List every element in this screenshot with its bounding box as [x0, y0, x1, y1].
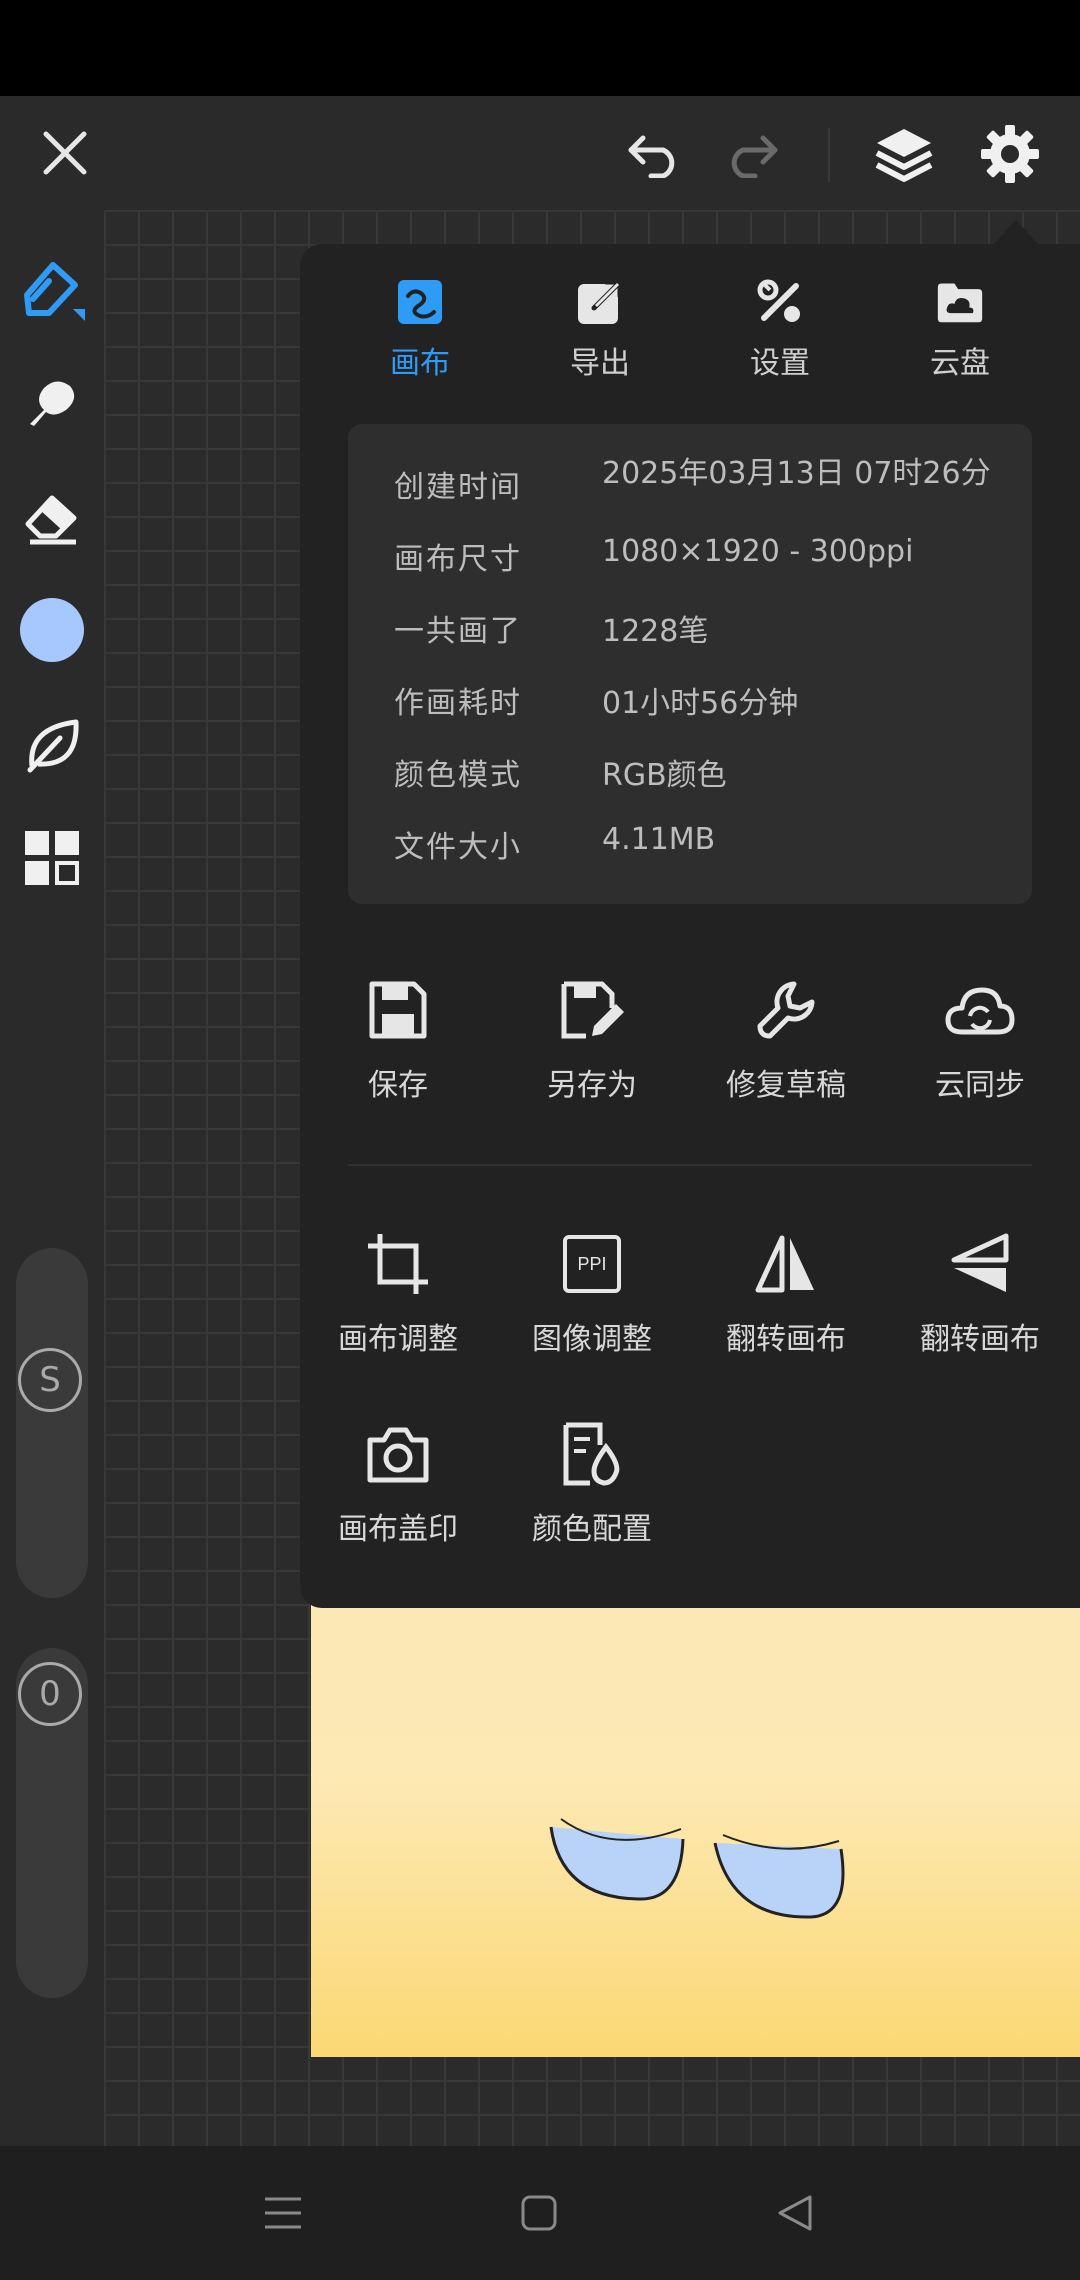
tab-canvas-label: 画布	[390, 346, 450, 381]
tab-canvas[interactable]: 画布	[350, 278, 490, 388]
repair-draft-button[interactable]: 修复草稿	[688, 970, 884, 1104]
layers-icon[interactable]	[866, 116, 942, 192]
crop-icon	[358, 1224, 438, 1304]
opacity-knob-label: 0	[39, 1674, 61, 1714]
info-row: 一共画了 1228笔	[348, 606, 1032, 666]
color-profile-button[interactable]: 颜色配置	[494, 1414, 690, 1548]
tab-export-label: 导出	[570, 346, 630, 381]
canvas-menu-panel: 画布 导出 设置 云盘 创建时间 2025年03月13日 07时26分 画布尺寸…	[300, 244, 1080, 1608]
info-value: 2025年03月13日 07时26分	[602, 456, 991, 491]
tools-icon	[756, 278, 804, 326]
color-profile-label: 颜色配置	[532, 1512, 652, 1547]
brush-size-knob[interactable]: S	[18, 1348, 82, 1412]
info-value: 01小时56分钟	[602, 686, 799, 721]
tab-settings[interactable]: 设置	[710, 278, 850, 388]
wrench-icon	[746, 970, 826, 1050]
close-icon[interactable]	[30, 118, 100, 188]
brush-size-slider[interactable]	[16, 1248, 88, 1598]
info-key: 作画耗时	[394, 686, 522, 721]
system-nav-bar	[0, 2146, 1080, 2280]
eraser-tool-icon[interactable]	[14, 478, 90, 554]
info-row: 文件大小 4.11MB	[348, 822, 1032, 882]
redo-icon[interactable]	[716, 118, 786, 188]
gear-icon[interactable]	[972, 116, 1048, 192]
info-value: 1080×1920 - 300ppi	[602, 534, 914, 569]
info-row: 画布尺寸 1080×1920 - 300ppi	[348, 534, 1032, 594]
canvas-info-box: 创建时间 2025年03月13日 07时26分 画布尺寸 1080×1920 -…	[348, 424, 1032, 904]
flip-vertical-label: 翻转画布	[920, 1322, 1040, 1357]
save-as-button[interactable]: 另存为	[494, 970, 690, 1104]
flip-vertical-button[interactable]: 翻转画布	[882, 1224, 1078, 1358]
image-adjust-button[interactable]: PPI 图像调整	[494, 1224, 690, 1358]
cloud-sync-icon	[940, 970, 1020, 1050]
info-key: 画布尺寸	[394, 542, 522, 577]
camera-icon	[358, 1414, 438, 1494]
size-knob-label: S	[39, 1360, 61, 1400]
flip-horizontal-label: 翻转画布	[726, 1322, 846, 1357]
status-bar	[0, 0, 1080, 96]
canvas-stamp-button[interactable]: 画布盖印	[300, 1414, 496, 1548]
save-as-label: 另存为	[547, 1068, 637, 1103]
top-bar	[0, 96, 1080, 210]
smudge-tool-icon[interactable]	[14, 364, 90, 440]
save-button[interactable]: 保存	[300, 970, 496, 1104]
flip-horizontal-icon	[746, 1224, 826, 1304]
panel-pointer	[992, 220, 1040, 246]
canvas-adjust-label: 画布调整	[338, 1322, 458, 1357]
back-icon[interactable]	[762, 2180, 828, 2246]
cloud-folder-icon	[936, 278, 984, 326]
flip-horizontal-button[interactable]: 翻转画布	[688, 1224, 884, 1358]
tab-export[interactable]: 导出	[530, 278, 670, 388]
canvas-icon	[396, 278, 444, 326]
ppi-icon: PPI	[552, 1224, 632, 1304]
pen-tool-icon[interactable]	[14, 250, 90, 326]
info-value: RGB颜色	[602, 758, 727, 793]
divider	[828, 128, 830, 182]
repair-draft-label: 修复草稿	[726, 1068, 846, 1103]
opacity-knob[interactable]: 0	[18, 1662, 82, 1726]
undo-icon[interactable]	[620, 118, 690, 188]
info-value: 4.11MB	[602, 822, 716, 857]
menu-icon[interactable]	[250, 2180, 316, 2246]
export-icon	[576, 278, 624, 326]
cloud-sync-label: 云同步	[935, 1068, 1025, 1103]
tab-cloud-label: 云盘	[930, 346, 990, 381]
image-adjust-label: 图像调整	[532, 1322, 652, 1357]
home-icon[interactable]	[506, 2180, 572, 2246]
divider	[348, 1164, 1032, 1166]
color-profile-icon	[552, 1414, 632, 1494]
color-swatch[interactable]	[14, 592, 90, 668]
canvas-adjust-button[interactable]: 画布调整	[300, 1224, 496, 1358]
info-key: 创建时间	[394, 470, 522, 505]
save-label: 保存	[368, 1068, 428, 1103]
left-toolbar: S 0	[0, 210, 104, 2146]
info-row: 颜色模式 RGB颜色	[348, 750, 1032, 810]
info-row: 创建时间 2025年03月13日 07时26分	[348, 448, 1032, 508]
info-key: 颜色模式	[394, 758, 522, 793]
tab-cloud[interactable]: 云盘	[890, 278, 1030, 388]
tab-settings-label: 设置	[750, 346, 810, 381]
grid-menu-icon[interactable]	[14, 820, 90, 896]
info-key: 一共画了	[394, 614, 522, 649]
ppi-icon-text: PPI	[563, 1235, 621, 1293]
info-row: 作画耗时 01小时56分钟	[348, 678, 1032, 738]
info-key: 文件大小	[394, 830, 522, 865]
leaf-icon[interactable]	[14, 706, 90, 782]
flip-vertical-icon	[940, 1224, 1020, 1304]
info-value: 1228笔	[602, 614, 709, 649]
save-icon	[358, 970, 438, 1050]
cloud-sync-button[interactable]: 云同步	[882, 970, 1078, 1104]
save-as-icon	[552, 970, 632, 1050]
canvas-stamp-label: 画布盖印	[338, 1512, 458, 1547]
